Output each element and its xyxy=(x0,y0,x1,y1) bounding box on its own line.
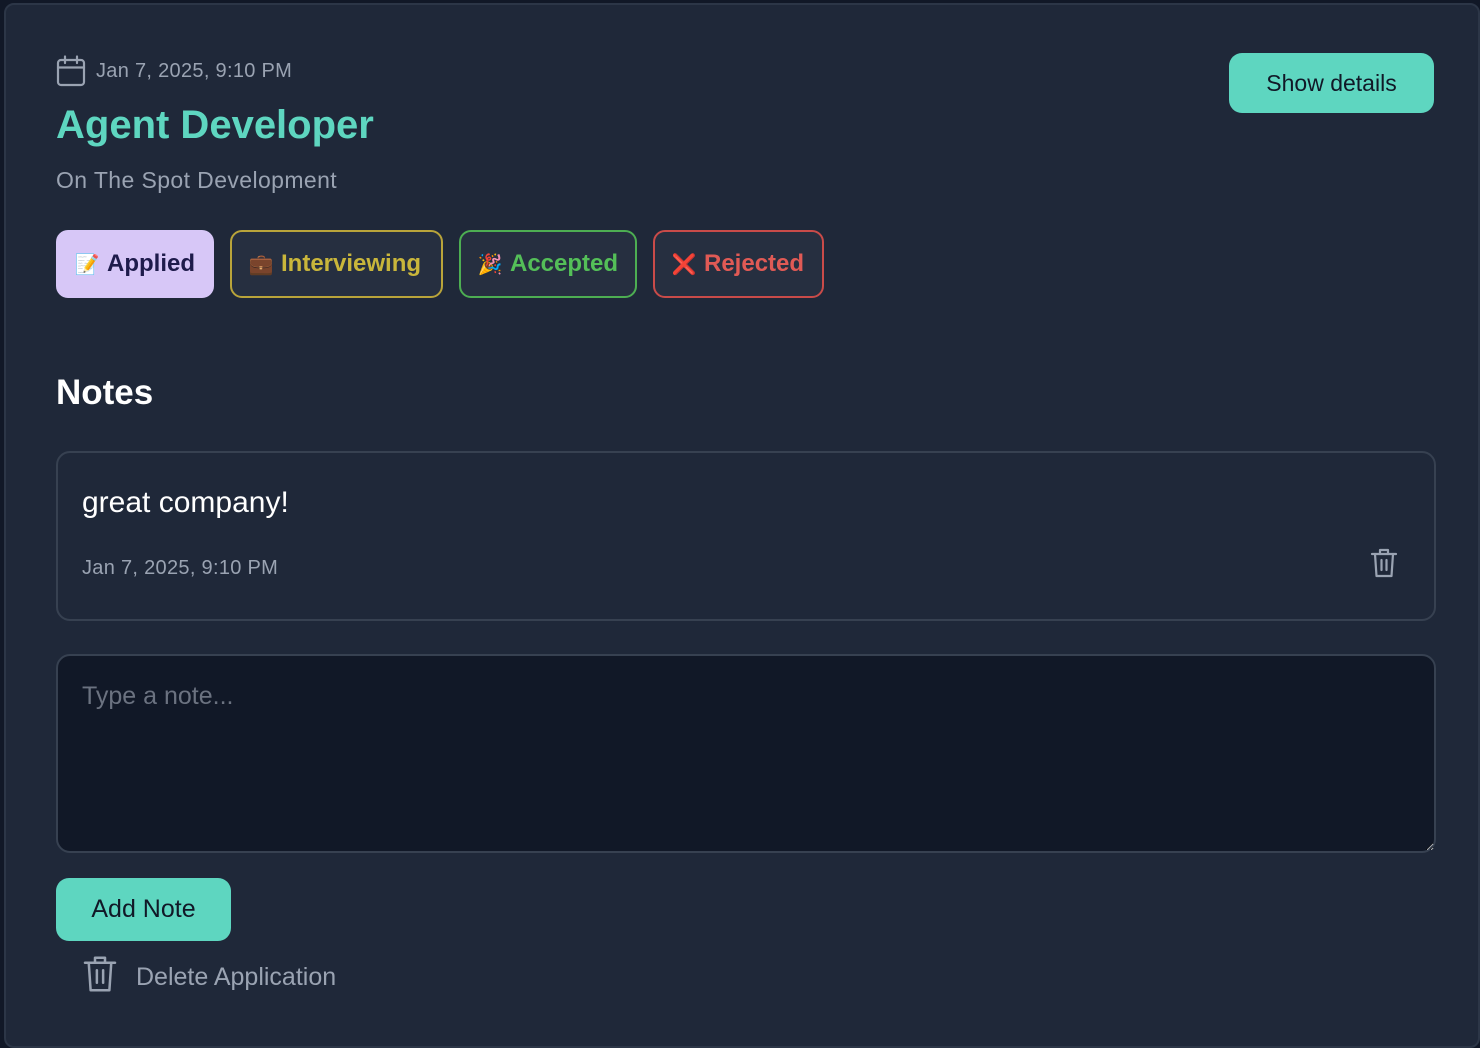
status-label: Interviewing xyxy=(281,250,422,277)
note-date: Jan 7, 2025, 9:10 PM xyxy=(82,557,279,579)
application-date-row: Jan 7, 2025, 9:10 PM xyxy=(56,55,292,87)
note-input[interactable] xyxy=(56,654,1436,853)
application-date: Jan 7, 2025, 9:10 PM xyxy=(96,59,293,82)
briefcase-icon: 💼 xyxy=(248,253,274,276)
calendar-icon xyxy=(56,55,86,87)
party-popper-icon: 🎉 xyxy=(477,253,503,276)
status-interviewing-button[interactable]: 💼 Interviewing xyxy=(230,230,443,298)
trash-icon xyxy=(82,954,118,1001)
company-name: On The Spot Development xyxy=(56,167,338,193)
memo-icon: 📝 xyxy=(74,253,100,276)
notes-heading: Notes xyxy=(56,373,154,412)
cross-mark-icon: ❌ xyxy=(671,253,697,276)
job-title: Agent Developer xyxy=(56,103,374,147)
status-label: Accepted xyxy=(510,250,619,277)
show-details-button[interactable]: Show details xyxy=(1229,53,1434,113)
status-rejected-button[interactable]: ❌ Rejected xyxy=(653,230,824,298)
add-note-button[interactable]: Add Note xyxy=(56,878,231,941)
status-label: Rejected xyxy=(704,250,805,277)
status-selector: 📝 Applied 💼 Interviewing 🎉 Accepted ❌ Re… xyxy=(56,230,824,298)
delete-note-button[interactable] xyxy=(1366,547,1402,583)
note-item: great company! Jan 7, 2025, 9:10 PM xyxy=(56,451,1436,621)
note-text: great company! xyxy=(82,486,289,519)
delete-application-label: Delete Application xyxy=(136,962,337,991)
status-applied-button[interactable]: 📝 Applied xyxy=(56,230,214,298)
status-label: Applied xyxy=(107,250,195,277)
status-accepted-button[interactable]: 🎉 Accepted xyxy=(459,230,637,298)
trash-icon xyxy=(1370,547,1398,584)
application-card: Jan 7, 2025, 9:10 PM Agent Developer On … xyxy=(4,3,1480,1048)
delete-application-button[interactable]: Delete Application xyxy=(82,955,336,999)
